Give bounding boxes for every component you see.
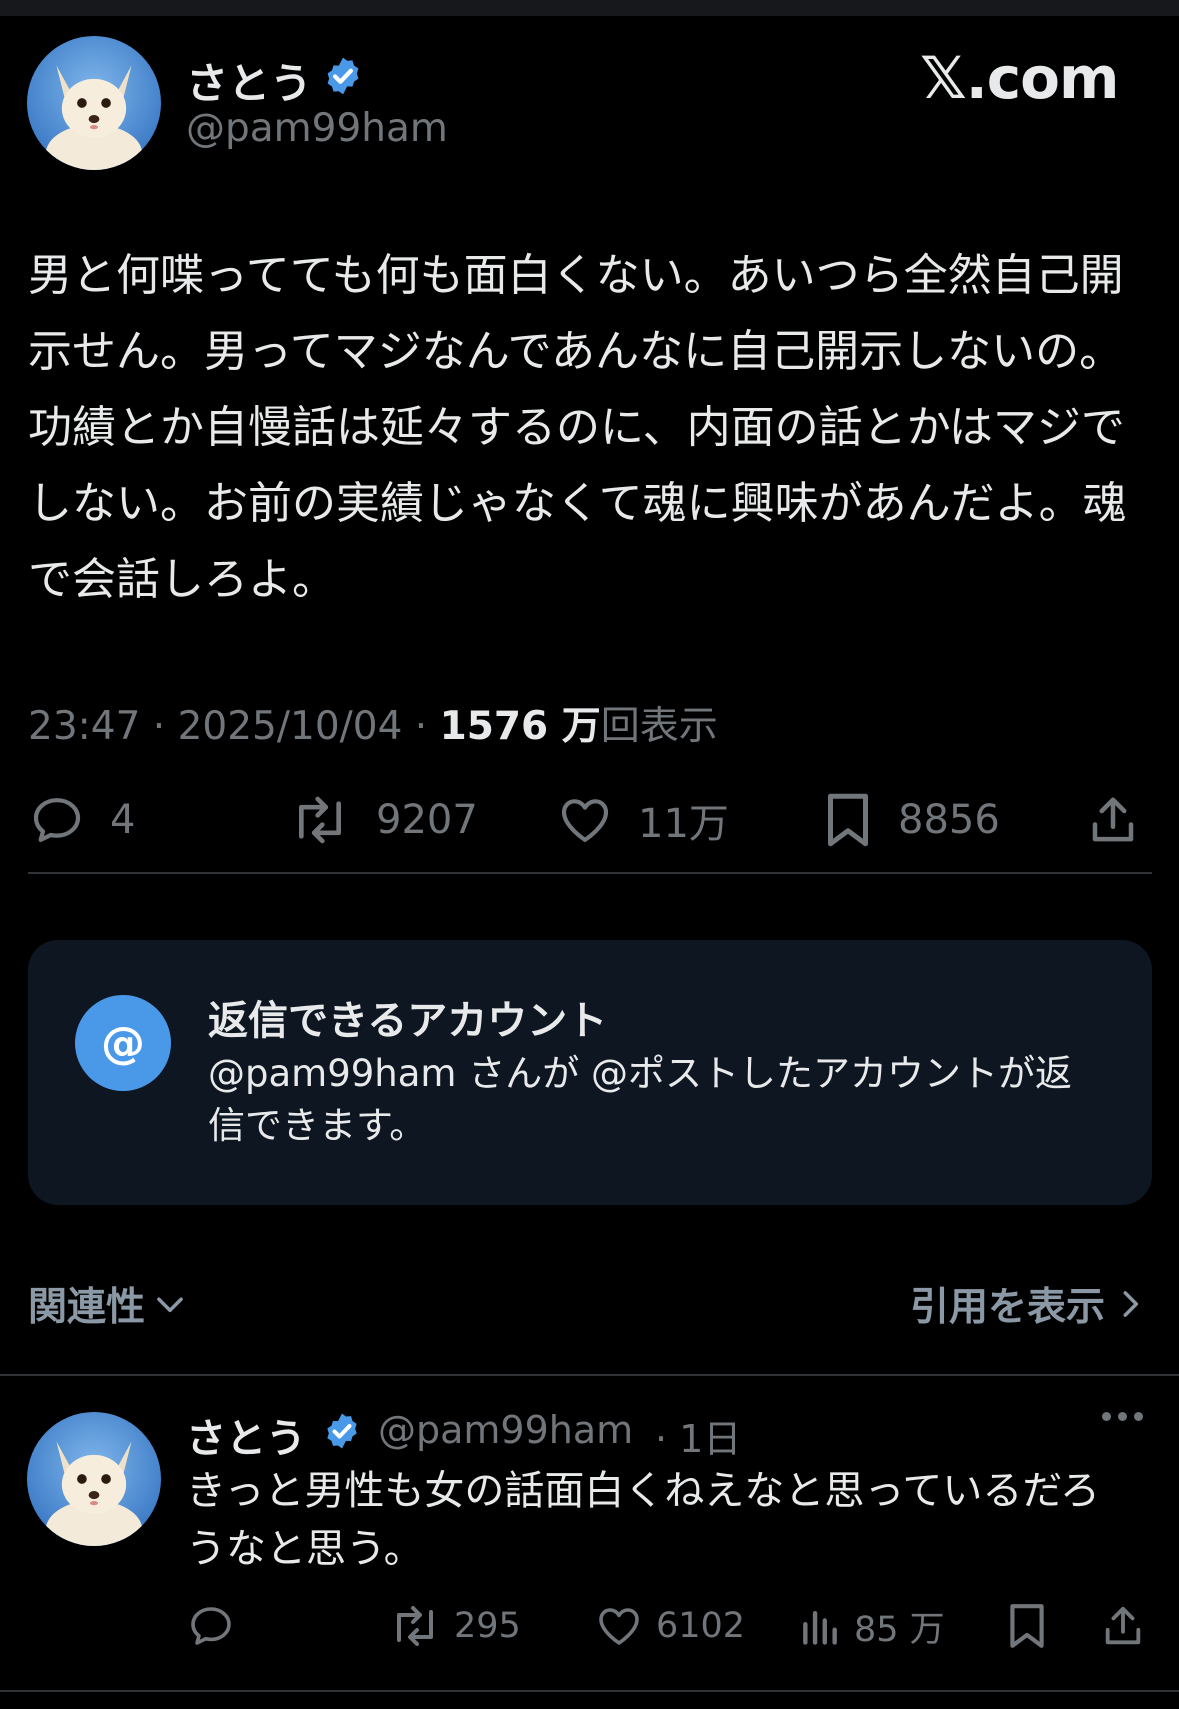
verified-badge-icon bbox=[327, 57, 359, 95]
repost-button[interactable]: 9207 bbox=[288, 790, 478, 850]
reply-icon bbox=[33, 798, 81, 842]
reply-button[interactable] bbox=[186, 1600, 236, 1652]
bookmark-button[interactable]: 8856 bbox=[822, 790, 1000, 850]
share-icon bbox=[1092, 797, 1134, 842]
chevron-right-icon bbox=[1123, 1291, 1139, 1317]
view-count: 1576 万 bbox=[439, 704, 601, 749]
reply-settings-card: @ 返信できるアカウント @pam99ham さんが @ポストしたアカウントが返… bbox=[28, 940, 1152, 1205]
like-button[interactable]: 11万 bbox=[556, 790, 729, 850]
reply-button[interactable]: 4 bbox=[28, 790, 135, 850]
chevron-down-icon bbox=[157, 1297, 183, 1313]
like-count: 6102 bbox=[656, 1606, 746, 1646]
like-button[interactable]: 6102 bbox=[594, 1600, 745, 1652]
repost-icon bbox=[397, 1606, 433, 1646]
post-date[interactable]: 2025/10/04 bbox=[178, 704, 403, 749]
reply-count: 4 bbox=[110, 797, 136, 843]
repost-button[interactable]: 295 bbox=[388, 1600, 521, 1652]
post-actions: 4 9207 11万 8856 bbox=[0, 790, 1179, 850]
user-handle[interactable]: @pam99ham bbox=[186, 106, 448, 151]
bookmark-icon bbox=[1010, 1604, 1044, 1648]
meta-separator: · bbox=[140, 704, 178, 749]
bookmark-count: 8856 bbox=[898, 797, 1000, 843]
reply-avatar[interactable] bbox=[27, 1412, 161, 1546]
mention-icon: @ bbox=[75, 995, 171, 1091]
display-name[interactable]: さとう bbox=[186, 50, 312, 111]
x-brand-logo: 𝕏.com bbox=[920, 44, 1119, 112]
view-quotes-link[interactable]: 引用を表示 bbox=[910, 1276, 1149, 1332]
reply-time: · 1日 bbox=[655, 1417, 742, 1461]
share-button[interactable] bbox=[1100, 1600, 1146, 1652]
post-time: 23:47 bbox=[28, 704, 141, 749]
like-icon bbox=[561, 799, 609, 842]
bookmark-button[interactable] bbox=[1006, 1600, 1048, 1652]
share-icon bbox=[1105, 1606, 1141, 1645]
avatar[interactable] bbox=[27, 36, 161, 170]
repost-count: 9207 bbox=[376, 797, 478, 843]
reply-actions: 295 6102 85 万 bbox=[0, 1600, 1179, 1652]
reply-settings-description: @pam99ham さんが @ポストしたアカウントが返信できます。 bbox=[208, 1052, 1072, 1147]
share-button[interactable] bbox=[1086, 790, 1140, 850]
views-icon bbox=[803, 1610, 837, 1645]
meta-separator: · bbox=[402, 704, 440, 749]
view-label: 回表示 bbox=[600, 704, 718, 749]
bookmark-icon bbox=[828, 793, 868, 847]
like-count: 11万 bbox=[638, 801, 729, 847]
views-count: 85 万 bbox=[854, 1609, 945, 1650]
divider bbox=[0, 1690, 1179, 1692]
reply-text: きっと男性も女の話面白くねえなと思っているだろうなと思う。 bbox=[186, 1468, 1100, 1572]
repost-icon bbox=[299, 796, 341, 844]
divider bbox=[28, 872, 1152, 874]
more-icon[interactable] bbox=[1102, 1412, 1143, 1421]
like-icon bbox=[599, 1608, 639, 1645]
repost-count: 295 bbox=[454, 1606, 521, 1646]
reply-handle[interactable]: @pam99ham bbox=[378, 1408, 633, 1452]
reply-display-name[interactable]: さとう bbox=[186, 1406, 306, 1464]
sort-label: 関連性 bbox=[28, 1285, 146, 1330]
post-meta: 23:47 · 2025/10/04 · 1576 万回表示 bbox=[28, 695, 718, 751]
post-text: 男と何喋ってても何も面白くない。あいつら全然自己開示せん。男ってマジなんであんな… bbox=[28, 250, 1127, 605]
status-strip bbox=[0, 0, 1179, 16]
view-quotes-label: 引用を表示 bbox=[909, 1285, 1105, 1330]
reply-icon bbox=[191, 1607, 231, 1645]
verified-badge-icon bbox=[327, 1413, 357, 1449]
sort-selector[interactable]: 関連性 bbox=[28, 1276, 189, 1332]
divider bbox=[0, 1374, 1179, 1376]
views-button[interactable]: 85 万 bbox=[798, 1600, 945, 1652]
reply-settings-title: 返信できるアカウント bbox=[208, 998, 608, 1044]
